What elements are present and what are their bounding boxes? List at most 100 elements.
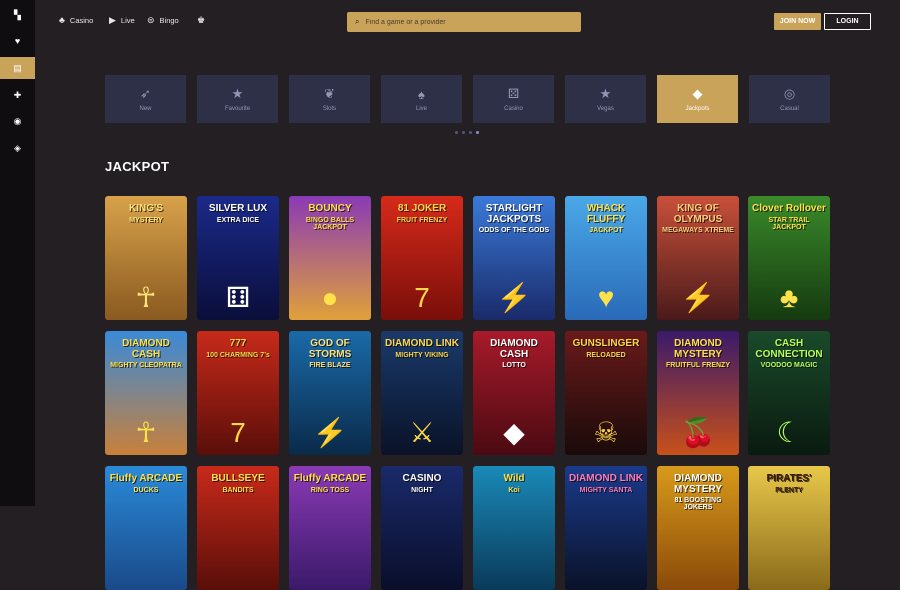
dashboard-icon[interactable]: ▚ <box>0 4 35 26</box>
join-now-button[interactable]: JOIN NOW <box>774 13 821 30</box>
search-input[interactable] <box>365 18 566 26</box>
game-tile[interactable]: DIAMOND CASH MIGHTY CLEOPATRA ☥ <box>105 331 187 455</box>
game-subtitle: MIGHTY VIKING <box>395 351 449 359</box>
game-tile[interactable]: BOUNCY BINGO BALLS JACKPOT ● <box>289 196 371 320</box>
game-tile[interactable]: WHACK FLUFFY JACKPOT ♥ <box>565 196 647 320</box>
category-vegas[interactable]: ★ Vegas <box>565 75 646 123</box>
chip-icon: ◎ <box>783 86 796 101</box>
rocket-icon: ➶ <box>140 86 151 101</box>
login-button[interactable]: LOGIN <box>824 13 871 30</box>
game-subtitle: LOTTO <box>502 362 526 369</box>
game-title: DIAMOND LINK <box>385 338 459 349</box>
chat-icon[interactable]: ◈ <box>0 137 35 159</box>
game-title: BOUNCY <box>308 203 352 214</box>
category-casino[interactable]: ⚄ Casino <box>473 75 554 123</box>
game-artwork: ● <box>321 282 339 313</box>
game-artwork: 7 <box>414 282 430 313</box>
game-title: DIAMOND MYSTERY <box>674 338 722 360</box>
nav-live[interactable]: ▶ Live <box>109 15 135 26</box>
category-casual[interactable]: ◎ Casual <box>749 75 830 123</box>
section-title: JACKPOT <box>105 159 170 174</box>
category-favourite[interactable]: ★ Favourite <box>197 75 278 123</box>
category-label: Slots <box>322 106 337 112</box>
category-new[interactable]: ➶ New <box>105 75 186 123</box>
nav-trophy[interactable]: ♚ <box>197 15 205 26</box>
wallet-icon[interactable]: ▤ <box>0 57 35 79</box>
game-subtitle: FRUIT FRENZY <box>396 216 448 224</box>
nav-bingo-label: Bingo <box>159 16 179 25</box>
game-title: DIAMOND CASH <box>122 338 170 360</box>
game-subtitle: ODDS OF THE GODS <box>478 227 550 234</box>
game-tile[interactable]: Wild Koi <box>473 466 555 590</box>
game-artwork: ☥ <box>135 417 157 448</box>
casino-icon: ♣ <box>59 15 65 25</box>
category-label: Vegas <box>597 106 614 112</box>
carousel-dot-active[interactable] <box>476 131 479 134</box>
category-slots[interactable]: ❦ Slots <box>289 75 370 123</box>
game-tile[interactable]: Clover Rollover STAR TRAIL JACKPOT ♣ <box>748 196 830 320</box>
search-icon: ⌕ <box>355 17 360 26</box>
game-tile[interactable]: GOD OF STORMS FIRE BLAZE ⚡ <box>289 331 371 455</box>
game-subtitle: BANDITS <box>222 486 254 494</box>
game-title: 777 <box>229 338 247 349</box>
game-tile[interactable]: CASINO NIGHT <box>381 466 463 590</box>
game-title: DIAMOND LINK <box>569 473 643 484</box>
game-tile[interactable]: DIAMOND MYSTERY FRUITFUL FRENZY 🍒 <box>657 331 739 455</box>
game-subtitle: STAR TRAIL JACKPOT <box>768 216 810 231</box>
nav-bingo[interactable]: ⊜ Bingo <box>147 15 179 26</box>
carousel-dot[interactable] <box>455 131 458 134</box>
game-tile[interactable]: GUNSLINGER RELOADED ☠ <box>565 331 647 455</box>
game-artwork: ◆ <box>503 417 525 448</box>
game-subtitle: 81 BOOSTING JOKERS <box>674 497 722 511</box>
game-artwork: ☥ <box>135 282 157 313</box>
game-title: SILVER LUX <box>208 203 268 214</box>
game-tile[interactable]: STARLIGHT JACKPOTS ODDS OF THE GODS ⚡ <box>473 196 555 320</box>
game-subtitle: RELOADED <box>586 351 626 359</box>
game-title: Clover Rollover <box>752 203 826 214</box>
category-label: Favourite <box>224 106 250 112</box>
game-subtitle: JACKPOT <box>589 227 623 234</box>
game-subtitle: FIRE BLAZE <box>309 362 351 369</box>
game-subtitle: MIGHTY SANTA <box>579 486 633 494</box>
game-tile[interactable]: PIRATES' PLENTY <box>748 466 830 590</box>
game-artwork: ♣ <box>779 282 799 313</box>
gift-icon[interactable]: ✚ <box>0 84 35 106</box>
dice-icon: ⚄ <box>507 86 520 101</box>
game-tile[interactable]: Fluffy ARCADE DUCKS <box>105 466 187 590</box>
game-title: Fluffy ARCADE <box>109 473 183 484</box>
game-subtitle: RING TOSS <box>310 486 350 494</box>
game-artwork: ⚡ <box>312 417 348 448</box>
game-title: BULLSEYE <box>211 473 265 484</box>
game-artwork: 7 <box>230 417 246 448</box>
game-artwork: ♥ <box>597 282 615 313</box>
game-tile[interactable]: DIAMOND CASH LOTTO ◆ <box>473 331 555 455</box>
game-tile[interactable]: DIAMOND LINK MIGHTY SANTA <box>565 466 647 590</box>
game-tile[interactable]: 81 JOKER FRUIT FRENZY 7 <box>381 196 463 320</box>
game-subtitle: FRUITFUL FRENZY <box>665 362 731 369</box>
game-title: DIAMOND CASH <box>490 338 538 360</box>
game-subtitle: PLENTY <box>775 486 803 494</box>
heart-icon[interactable]: ♥ <box>0 30 35 52</box>
game-tile[interactable]: BULLSEYE BANDITS <box>197 466 279 590</box>
game-tile[interactable]: DIAMOND MYSTERY 81 BOOSTING JOKERS <box>657 466 739 590</box>
search-bar[interactable]: ⌕ <box>347 12 581 32</box>
chip-icon[interactable]: ◉ <box>0 110 35 132</box>
nav-casino[interactable]: ♣ Casino <box>59 15 93 25</box>
star-icon: ★ <box>599 86 612 101</box>
game-title: KING OF OLYMPUS <box>673 203 723 225</box>
carousel-dot[interactable] <box>469 131 472 134</box>
game-tile[interactable]: KING OF OLYMPUS MEGAWAYS XTREME ⚡ <box>657 196 739 320</box>
game-tile[interactable]: CASH CONNECTION VOODOO MAGIC ☾ <box>748 331 830 455</box>
game-tile[interactable]: Fluffy ARCADE RING TOSS <box>289 466 371 590</box>
carousel-dot[interactable] <box>462 131 465 134</box>
category-live[interactable]: ♠ Live <box>381 75 462 123</box>
category-jackpots[interactable]: ◆ Jackpots <box>657 75 738 123</box>
game-tile[interactable]: 777 100 CHARMING 7's 7 <box>197 331 279 455</box>
game-subtitle: 100 CHARMING 7's <box>206 351 270 359</box>
game-tile[interactable]: DIAMOND LINK MIGHTY VIKING ⚔ <box>381 331 463 455</box>
category-label: Live <box>415 105 427 112</box>
game-artwork: ⚅ <box>225 282 251 313</box>
game-title: DIAMOND MYSTERY <box>674 473 722 495</box>
game-tile[interactable]: KING'S MYSTERY ☥ <box>105 196 187 320</box>
game-tile[interactable]: SILVER LUX EXTRA DICE ⚅ <box>197 196 279 320</box>
